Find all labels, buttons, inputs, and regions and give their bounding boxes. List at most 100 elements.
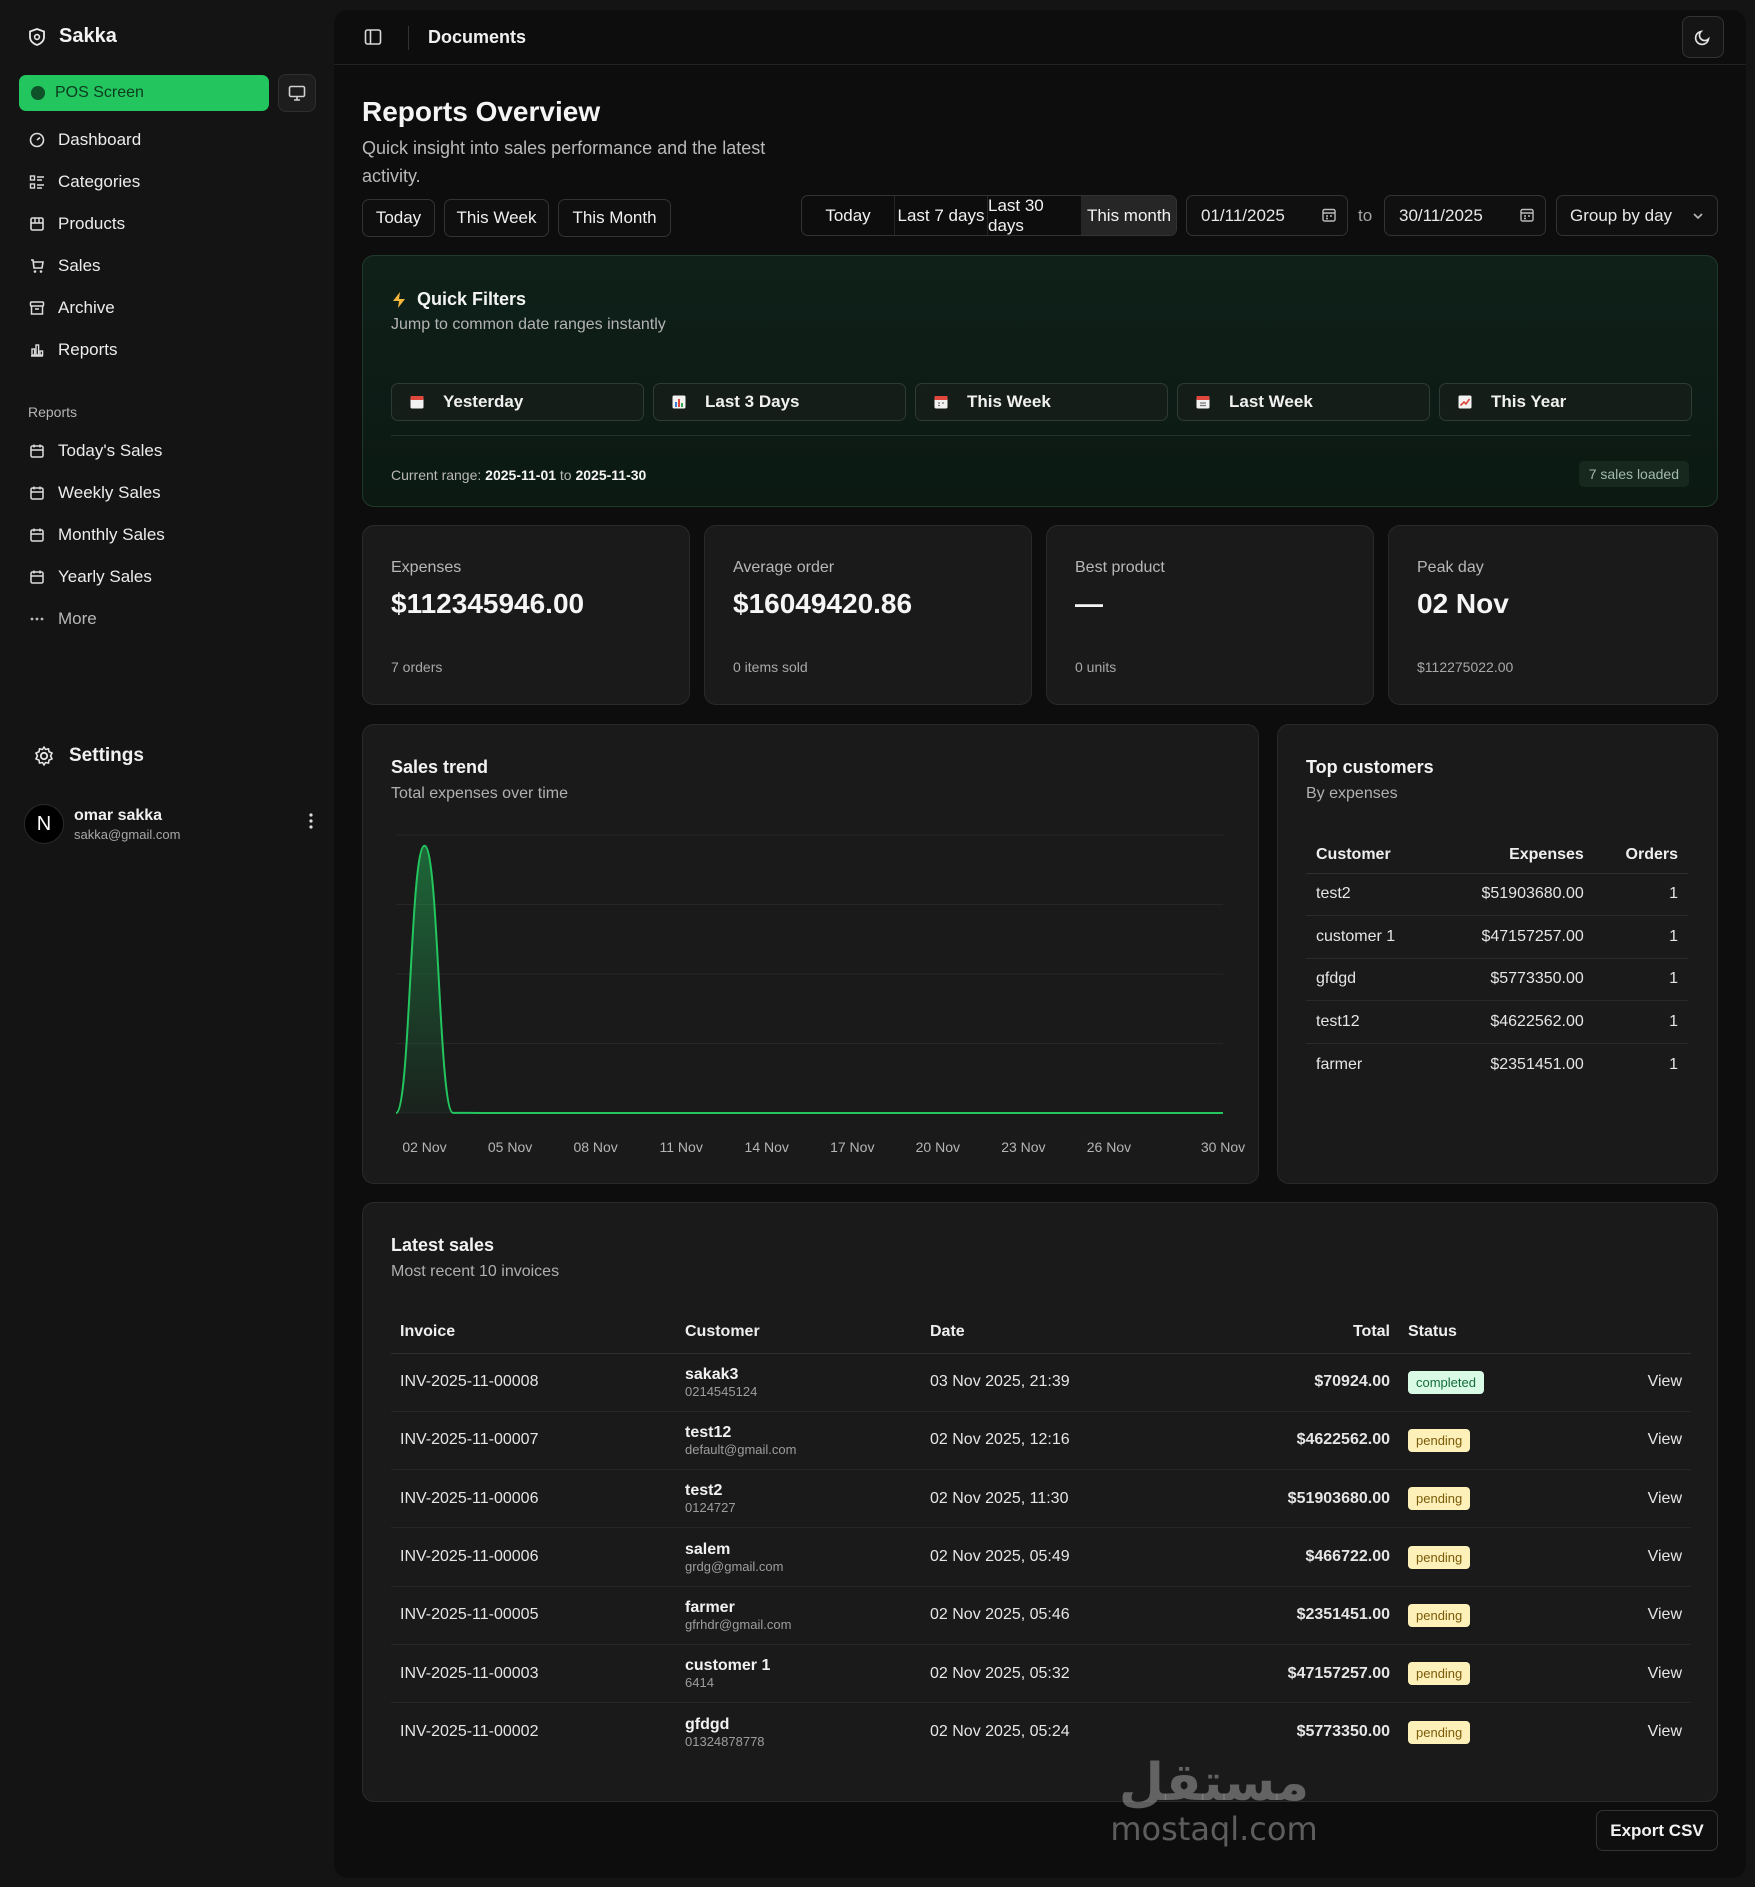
moon-icon <box>1694 28 1712 46</box>
invoice-cell: INV-2025-11-00006 <box>391 1469 676 1529</box>
table-row: INV-2025-11-00003 customer 1 6414 02 Nov 20… <box>391 1644 1691 1704</box>
range-to: 2025-11-30 <box>575 467 647 483</box>
customer-name: farmer <box>685 1598 735 1616</box>
customer-name: salem <box>685 1540 731 1558</box>
chart-tick-label: 11 Nov <box>660 1139 703 1155</box>
quick-filters-subtitle: Jump to common date ranges instantly <box>391 316 666 333</box>
package-icon <box>28 215 46 233</box>
quick-filter-last-3-days[interactable]: Last 3 Days <box>653 383 906 421</box>
date-cell: 02 Nov 2025, 11:30 <box>921 1469 1151 1529</box>
customer-cell: gfdgd 01324878778 <box>676 1703 921 1761</box>
brand[interactable]: Sakka <box>27 25 117 48</box>
quick-filter-last-week[interactable]: Last Week <box>1177 383 1430 421</box>
main-panel: Documents Reports Overview Quick insight… <box>334 10 1746 1878</box>
view-link[interactable]: View <box>1549 1527 1691 1587</box>
column-header: Customer <box>676 1311 921 1354</box>
view-link[interactable]: View <box>1549 1586 1691 1645</box>
column-header: Date <box>921 1311 1151 1354</box>
date-cell: 02 Nov 2025, 12:16 <box>921 1411 1151 1471</box>
total-cell: $4622562.00 <box>1151 1411 1399 1471</box>
pos-screen-button[interactable]: POS Screen <box>19 75 269 111</box>
calendar-icon <box>409 394 425 410</box>
latest-sales-table: Invoice Customer Date Total Status INV-2… <box>391 1311 1691 1761</box>
segment-this-month[interactable]: This month <box>1082 196 1176 235</box>
settings-link[interactable]: Settings <box>33 745 144 767</box>
sidebar-item-sales[interactable]: Sales <box>28 245 318 287</box>
sidebar-item-yearly-sales[interactable]: Yearly Sales <box>28 556 318 598</box>
view-link[interactable]: View <box>1549 1703 1691 1761</box>
sidebar-item-categories[interactable]: Categories <box>28 161 318 203</box>
orders-cell: 1 <box>1593 1000 1688 1044</box>
sidebar-item-reports[interactable]: Reports <box>28 329 318 371</box>
main-nav: Dashboard Categories Products Sales Arch… <box>28 119 318 371</box>
group-by-value: Group by day <box>1570 205 1673 225</box>
monitor-button[interactable] <box>278 74 316 112</box>
this-month-button[interactable]: This Month <box>558 199 671 237</box>
customer-name: customer 1 <box>685 1657 771 1675</box>
date-from-value: 01/11/2025 <box>1201 205 1285 225</box>
current-range-text: Current range: 2025-11-01 to 2025-11-30 <box>391 467 646 483</box>
quick-filter-label: Last 3 Days <box>705 392 800 411</box>
customer-contact: gfrhdr@gmail.com <box>685 1616 792 1632</box>
sidebar-toggle-icon[interactable] <box>364 28 382 46</box>
calendar-icon <box>28 484 46 502</box>
customer-name: sakak3 <box>685 1365 739 1383</box>
customer-cell: salem grdg@gmail.com <box>676 1527 921 1587</box>
sidebar-item-products[interactable]: Products <box>28 203 318 245</box>
calendar-icon <box>1195 394 1211 410</box>
gear-icon <box>33 745 55 767</box>
theme-toggle-button[interactable] <box>1682 16 1724 58</box>
column-header-actions <box>1549 1311 1691 1354</box>
view-link[interactable]: View <box>1549 1644 1691 1704</box>
chart-tick-label: 30 Nov <box>1201 1139 1245 1155</box>
status-cell: pending <box>1399 1586 1549 1645</box>
stat-label: Expenses <box>391 559 462 576</box>
sidebar-item-label: Categories <box>58 172 141 191</box>
view-link[interactable]: View <box>1549 1411 1691 1471</box>
sidebar-item-archive[interactable]: Archive <box>28 287 318 329</box>
user-profile[interactable]: N omar sakka sakka@gmail.com <box>24 802 314 846</box>
segment-last-7-days[interactable]: Last 7 days <box>895 196 988 235</box>
latest-sales-card: Latest sales Most recent 10 invoices Inv… <box>362 1202 1718 1802</box>
sidebar-item-todays-sales[interactable]: Today's Sales <box>28 430 318 472</box>
export-csv-button[interactable]: Export CSV <box>1596 1810 1718 1851</box>
segment-today[interactable]: Today <box>802 196 895 235</box>
monitor-icon <box>288 85 306 101</box>
customer-cell: farmer gfrhdr@gmail.com <box>676 1586 921 1645</box>
this-week-button[interactable]: This Week <box>444 199 549 237</box>
quick-filter-this-year[interactable]: This Year <box>1439 383 1692 421</box>
group-by-select[interactable]: Group by day <box>1556 195 1718 236</box>
view-link[interactable]: View <box>1549 1353 1691 1412</box>
quick-filter-this-week[interactable]: This Week <box>915 383 1168 421</box>
sidebar-item-label: Archive <box>58 298 115 317</box>
sidebar-item-dashboard[interactable]: Dashboard <box>28 119 318 161</box>
view-link[interactable]: View <box>1549 1469 1691 1529</box>
kebab-menu-icon[interactable] <box>308 812 314 830</box>
settings-label: Settings <box>69 745 144 766</box>
quick-filter-yesterday[interactable]: Yesterday <box>391 383 644 421</box>
latest-sales-subtitle: Most recent 10 invoices <box>391 1263 560 1280</box>
expenses-cell: $4622562.00 <box>1434 1000 1594 1044</box>
customer-cell: test12 <box>1306 1000 1435 1044</box>
table-row: gfdgd $5773350.00 1 <box>1306 958 1688 1001</box>
customer-cell: test2 <box>1306 873 1435 916</box>
quick-filter-label: Last Week <box>1229 392 1313 411</box>
date-from-input[interactable]: 01/11/2025 <box>1186 195 1348 236</box>
sidebar-item-more[interactable]: More <box>28 598 318 640</box>
sidebar-item-weekly-sales[interactable]: Weekly Sales <box>28 472 318 514</box>
customer-contact: 6414 <box>685 1675 714 1691</box>
today-button[interactable]: Today <box>362 199 435 237</box>
total-cell: $2351451.00 <box>1151 1586 1399 1645</box>
date-to-input[interactable]: 30/11/2025 <box>1384 195 1546 236</box>
chart-tick-label: 26 Nov <box>1087 1139 1131 1155</box>
status-badge: pending <box>1408 1487 1471 1511</box>
user-info: omar sakka sakka@gmail.com <box>74 807 180 842</box>
sidebar-item-monthly-sales[interactable]: Monthly Sales <box>28 514 318 556</box>
customer-contact: grdg@gmail.com <box>685 1558 784 1574</box>
customer-name: test12 <box>685 1423 732 1441</box>
nav-section-title: Reports <box>28 404 78 420</box>
invoice-cell: INV-2025-11-00005 <box>391 1586 676 1645</box>
segment-last-30-days[interactable]: Last 30 days <box>988 196 1082 235</box>
date-cell: 03 Nov 2025, 21:39 <box>921 1353 1151 1412</box>
table-row: farmer $2351451.00 1 <box>1306 1043 1688 1086</box>
